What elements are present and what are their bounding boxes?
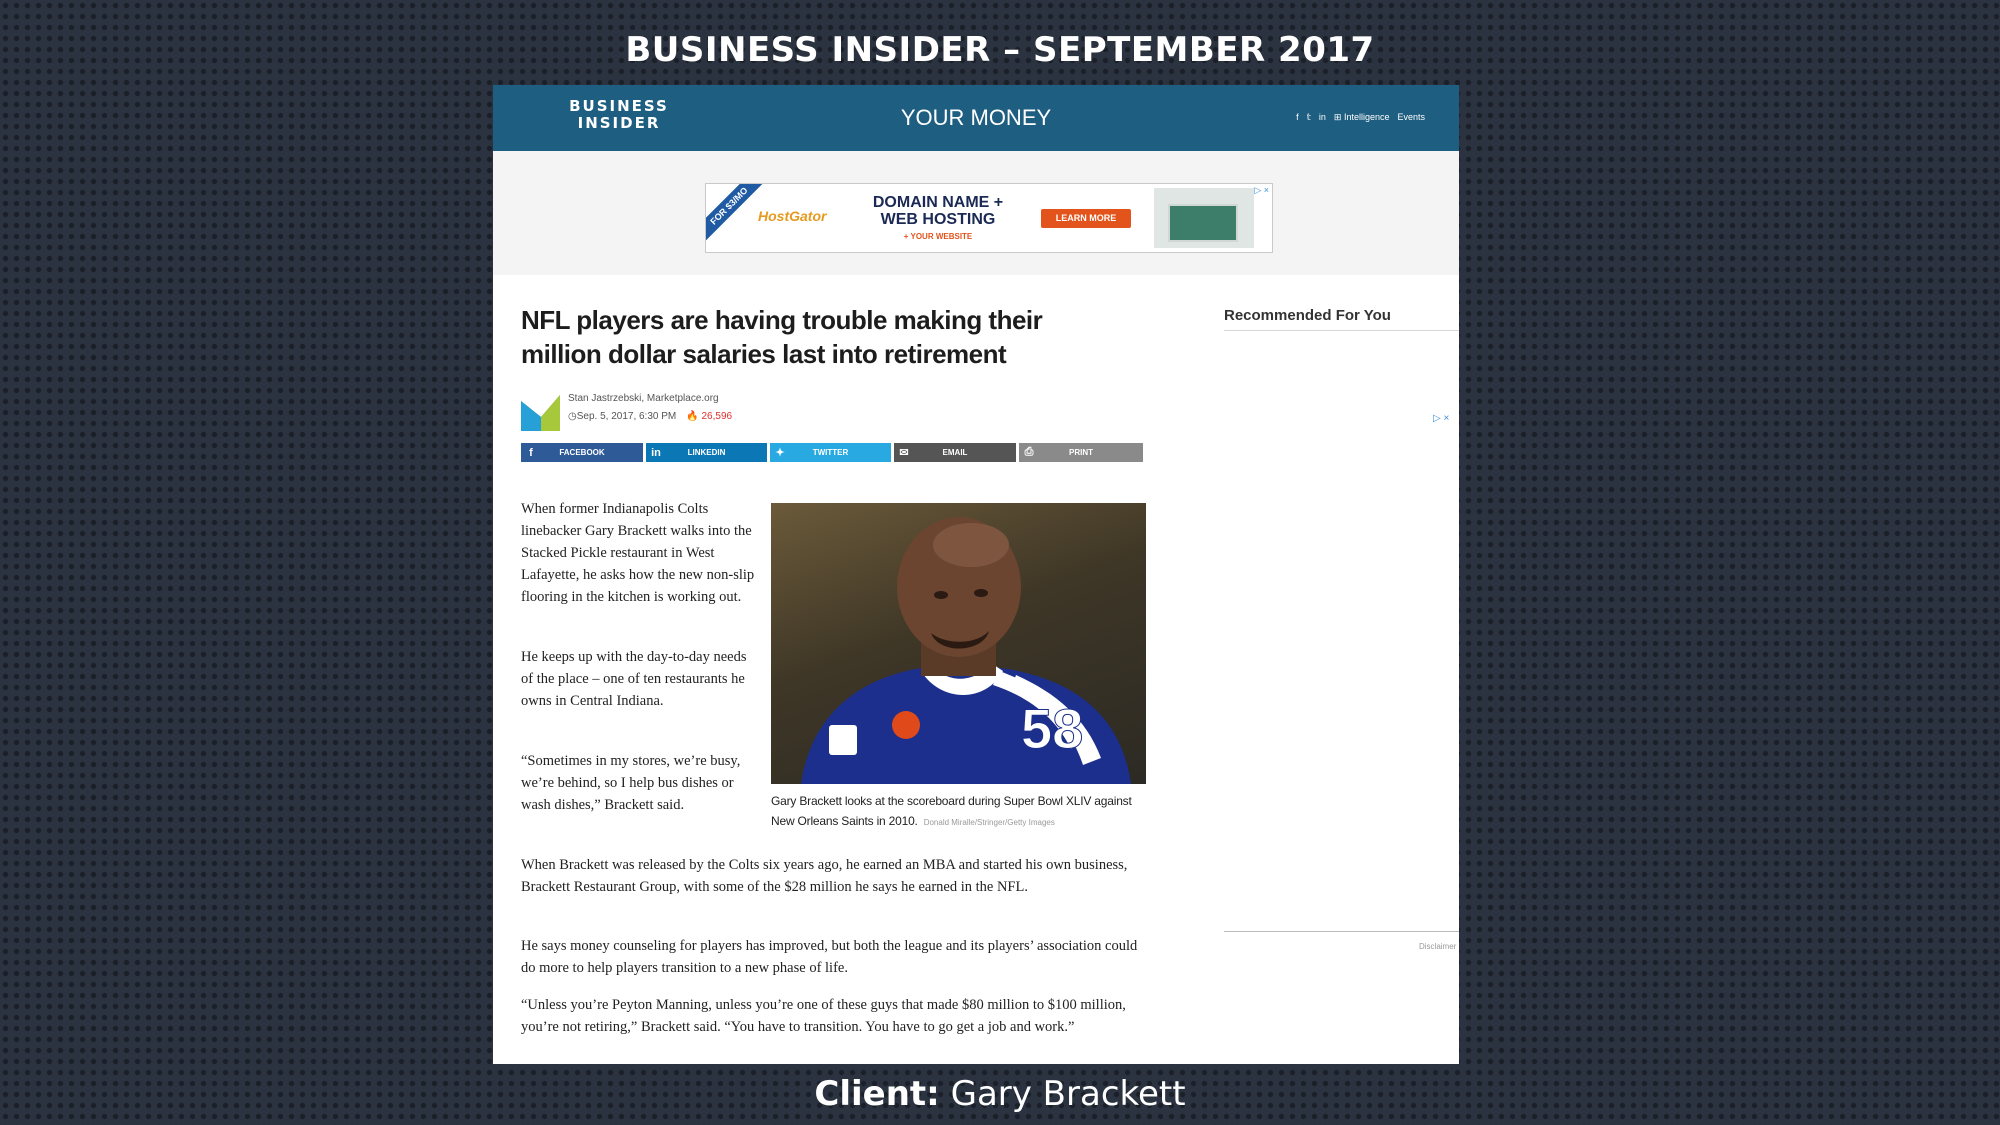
facebook-icon: f	[529, 446, 533, 459]
ad-subline: + YOUR WEBSITE	[903, 232, 973, 241]
recommended-divider	[1224, 330, 1459, 331]
nav-events[interactable]: Events	[1397, 112, 1425, 123]
ad-headline: DOMAIN NAME + WEB HOSTING	[872, 194, 1004, 228]
photo-caption: Gary Brackett looks at the scoreboard du…	[771, 791, 1151, 833]
share-linkedin-label: LINKEDIN	[687, 448, 726, 457]
ad-learn-more-button[interactable]: LEARN MORE	[1041, 209, 1131, 228]
publish-date: ◷Sep. 5, 2017, 6:30 PM	[568, 411, 677, 422]
facebook-icon[interactable]: f	[1296, 112, 1299, 123]
marketplace-logo-icon	[521, 395, 560, 431]
article-paragraph: “Unless you’re Peyton Manning, unless yo…	[521, 997, 1126, 1035]
article-screenshot: BUSINESS INSIDER YOUR MONEY f 𝕥 in ⊞ Int…	[493, 85, 1459, 1064]
ad-monitor-screen	[1168, 204, 1238, 242]
jersey-number: 58	[1021, 697, 1083, 760]
share-facebook-button[interactable]: f FACEBOOK	[521, 443, 643, 462]
sidebar-divider	[1224, 931, 1459, 932]
recommended-title: Recommended For You	[1224, 307, 1391, 324]
share-bar: f FACEBOOK in LINKEDIN ✦ TWITTER ✉ EMAIL ⎙ PR…	[521, 443, 1143, 462]
share-email-button[interactable]: ✉ EMAIL	[894, 443, 1016, 462]
linkedin-icon: in	[651, 446, 661, 459]
article-paragraph: When Brackett was released by the Colts …	[521, 857, 1128, 895]
nav-intelligence[interactable]: ⊞ Intelligence	[1334, 112, 1390, 123]
client-name: Gary Brackett	[950, 1074, 1186, 1114]
byline-author[interactable]: Stan Jastrzebski, Marketplace.org	[568, 393, 719, 404]
disclaimer-link[interactable]: Disclaimer	[1419, 942, 1456, 951]
client-line: Client: Gary Brackett	[0, 1074, 2000, 1114]
share-email-label: EMAIL	[942, 448, 968, 457]
printer-icon: ⎙	[1024, 446, 1034, 458]
share-facebook-label: FACEBOOK	[559, 448, 605, 457]
article-photo[interactable]: 58	[771, 503, 1146, 784]
ad-brand-logo: HostGator	[758, 208, 827, 224]
share-twitter-button[interactable]: ✦ TWITTER	[770, 443, 891, 462]
ad-close-icon[interactable]: ▷ ×	[1254, 185, 1269, 196]
article-paragraph: He keeps up with the day-to-day needs of…	[521, 649, 747, 709]
article-paragraph: “Sometimes in my stores, we’re busy, we’…	[521, 753, 741, 813]
print-label: PRINT	[1069, 448, 1093, 457]
slide-title: BUSINESS INSIDER – SEPTEMBER 2017	[625, 30, 1375, 70]
share-twitter-label: TWITTER	[812, 448, 849, 457]
envelope-icon: ✉	[899, 447, 909, 459]
twitter-icon[interactable]: 𝕥	[1307, 112, 1311, 123]
linkedin-icon[interactable]: in	[1319, 112, 1326, 123]
view-count: 🔥 26,596	[686, 411, 733, 422]
ad-band: FOR $3/MO HostGator DOMAIN NAME + WEB HO…	[493, 151, 1459, 275]
client-label: Client:	[814, 1074, 940, 1114]
article-paragraph: When former Indianapolis Colts linebacke…	[521, 501, 755, 605]
article-title: NFL players are having trouble making th…	[521, 305, 1043, 369]
article-paragraph: He says money counseling for players has…	[521, 938, 1138, 976]
header-links: f 𝕥 in ⊞ Intelligence Events	[1296, 112, 1425, 123]
print-button[interactable]: ⎙ PRINT	[1019, 443, 1143, 462]
photo-credit: Donald Miralle/Stringer/Getty Images	[923, 818, 1055, 827]
site-header: BUSINESS INSIDER YOUR MONEY f 𝕥 in ⊞ Int…	[493, 85, 1459, 151]
byline-date: ◷Sep. 5, 2017, 6:30 PM 🔥 26,596	[568, 411, 732, 422]
share-linkedin-button[interactable]: in LINKEDIN	[646, 443, 767, 462]
player-photo-illustration: 58	[801, 517, 1131, 784]
ad-monitor-image	[1154, 188, 1254, 248]
ad-choices-icon[interactable]: ▷ ×	[1433, 413, 1449, 424]
twitter-bird-icon: ✦	[775, 447, 785, 459]
banner-ad[interactable]: FOR $3/MO HostGator DOMAIN NAME + WEB HO…	[705, 183, 1273, 253]
